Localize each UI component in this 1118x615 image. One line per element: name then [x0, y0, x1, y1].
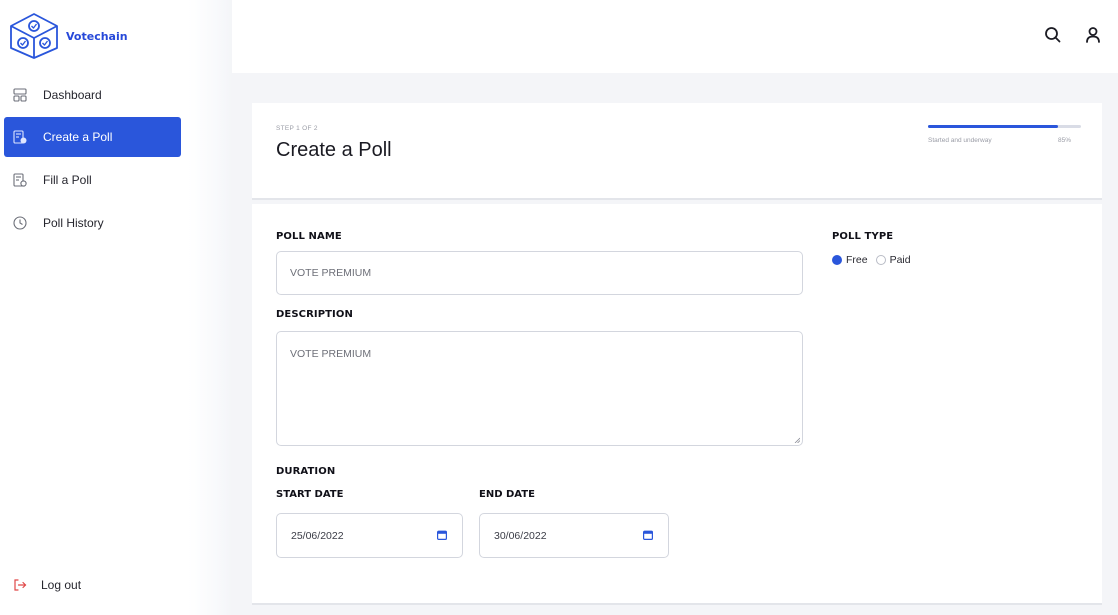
duration-label: DURATION	[276, 466, 336, 477]
logout-button[interactable]: Log out	[4, 565, 181, 605]
poll-name-placeholder: VOTE PREMIUM	[290, 267, 372, 279]
sidebar: Votechain Dashboard Create a Poll Fill a…	[0, 0, 188, 615]
poll-name-label: POLL NAME	[276, 231, 342, 242]
page-title: Create a Poll	[276, 139, 392, 161]
calendar-icon[interactable]	[643, 530, 653, 540]
progress-status-label: Started and underway	[928, 137, 992, 144]
radio-free[interactable]	[832, 255, 842, 265]
sidebar-item-fill-poll[interactable]: Fill a Poll	[4, 160, 181, 200]
progress-bar-fill	[928, 125, 1059, 128]
radio-free-label[interactable]: Free	[846, 254, 868, 266]
sidebar-item-dashboard[interactable]: Dashboard	[4, 75, 181, 115]
sidebar-item-label: Dashboard	[43, 88, 102, 102]
progress-percent: 85%	[1058, 137, 1072, 144]
app-logo[interactable]: Votechain	[8, 12, 128, 60]
sidebar-item-create-poll[interactable]: Create a Poll	[4, 117, 181, 157]
history-icon	[13, 216, 27, 230]
sidebar-shadow	[188, 0, 232, 615]
start-date-input[interactable]: 25/06/2022	[276, 513, 463, 558]
poll-name-input[interactable]: VOTE PREMIUM	[276, 251, 803, 295]
logout-icon	[13, 578, 27, 592]
end-date-label: END DATE	[479, 489, 535, 500]
sidebar-item-poll-history[interactable]: Poll History	[4, 203, 181, 243]
poll-type-label: POLL TYPE	[832, 231, 894, 242]
sidebar-item-label: Create a Poll	[43, 130, 113, 144]
description-label: DESCRIPTION	[276, 309, 353, 320]
app-name: Votechain	[66, 29, 128, 43]
sidebar-item-label: Poll History	[43, 216, 104, 230]
logout-label: Log out	[41, 578, 82, 592]
resize-handle-icon[interactable]	[794, 437, 800, 443]
description-placeholder: VOTE PREMIUM	[290, 348, 372, 360]
dashboard-icon	[13, 88, 27, 102]
start-date-value: 25/06/2022	[291, 529, 344, 542]
radio-paid[interactable]	[875, 255, 886, 265]
top-header	[232, 0, 1118, 73]
end-date-input[interactable]: 30/06/2022	[479, 513, 669, 558]
start-date-label: START DATE	[276, 489, 344, 500]
end-date-value: 30/06/2022	[494, 529, 547, 542]
progress-bar	[928, 125, 1081, 128]
poll-type-radio-group: Free Paid	[832, 254, 919, 266]
description-textarea[interactable]: VOTE PREMIUM	[276, 331, 803, 446]
step-indicator: STEP 1 OF 2	[276, 125, 318, 132]
votechain-logo-icon	[10, 13, 58, 59]
poll-form: POLL NAME VOTE PREMIUM DESCRIPTION VOTE …	[252, 204, 1102, 605]
fill-poll-icon	[13, 173, 27, 187]
user-icon[interactable]	[1083, 25, 1103, 45]
create-poll-icon	[13, 130, 27, 144]
calendar-icon[interactable]	[437, 530, 447, 540]
radio-paid-label[interactable]: Paid	[890, 254, 911, 266]
search-icon[interactable]	[1043, 25, 1063, 45]
sidebar-item-label: Fill a Poll	[43, 173, 92, 187]
title-card: STEP 1 OF 2 Create a Poll Started and un…	[252, 103, 1102, 200]
